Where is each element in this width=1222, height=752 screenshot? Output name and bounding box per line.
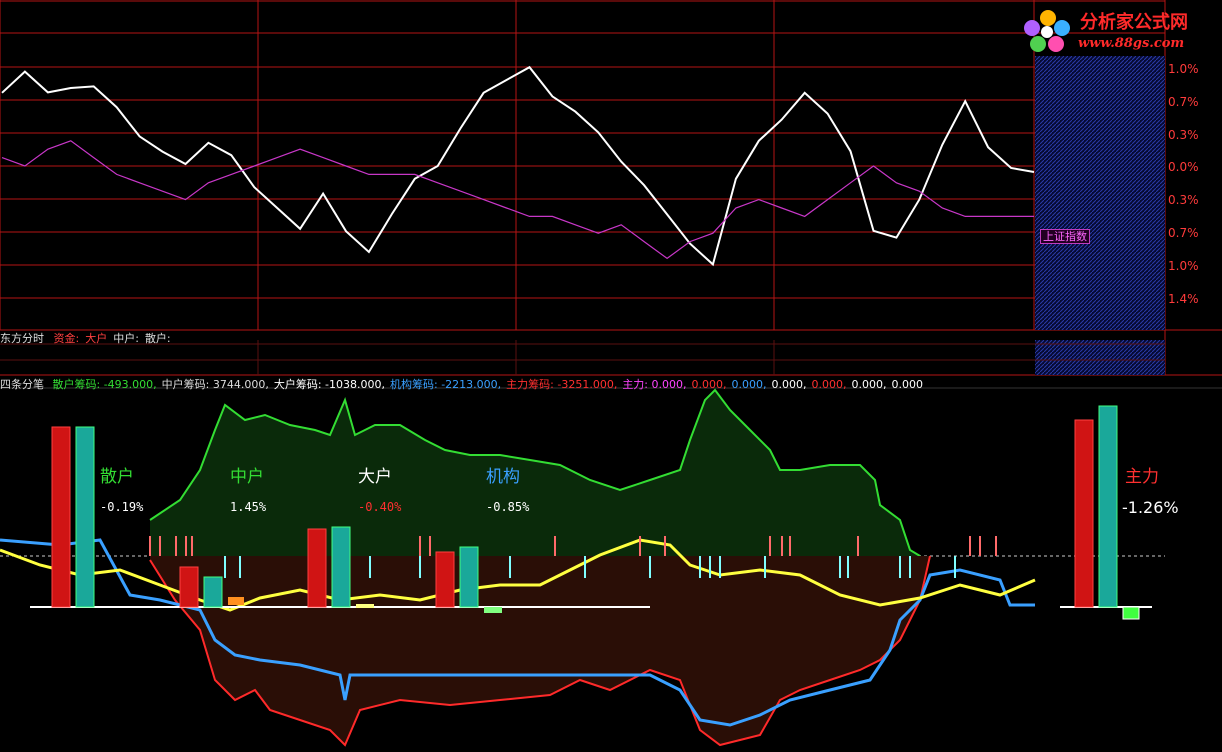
group-name-zhonghu: 中户	[230, 467, 264, 487]
group-value-zhonghu: 1.45%	[230, 500, 267, 514]
index-line	[1, 140, 1034, 260]
bar-small	[356, 604, 374, 608]
bottom-info-item: 主力: 0.000,	[622, 378, 687, 391]
group-value-sanhu: -0.19%	[100, 500, 144, 514]
bottom-info-item: 机构筹码: -2213.000,	[390, 378, 502, 391]
bar-teal-0	[75, 426, 95, 608]
bottom-info-item: 中户筹码: 3744.000,	[161, 378, 269, 391]
bar-teal-3	[459, 546, 479, 608]
future-hatch-area	[1035, 340, 1165, 375]
group-value-dahu: -0.40%	[358, 500, 402, 514]
axis-tick-label: 1.0%	[1168, 259, 1199, 273]
index-tag: 上证指数	[1040, 229, 1090, 244]
group-name-dahu: 大户	[358, 467, 392, 487]
bar-red-3	[435, 551, 455, 608]
chart-stage: 分析家公式网 www.88gs.com 上证指数 1.0% 0.7% 0.3% 0.0…	[0, 0, 1222, 748]
bar-zhuli-teal	[1098, 405, 1118, 608]
top-info-item: 中户:	[113, 332, 139, 345]
bottom-info-bar: 四条分笔 散户筹码: -493.000, 中户筹码: 3744.000, 大户筹码:…	[0, 376, 927, 392]
bottom-info-item: 主力筹码: -3251.000,	[506, 378, 618, 391]
bottom-info-item: 0.000	[891, 378, 924, 391]
top-info-bar: 东方分时 资金: 大户 中户: 散户:	[0, 330, 175, 346]
bar-zhuli-small	[1122, 606, 1140, 620]
future-hatch-area	[1035, 56, 1165, 330]
bottom-info-title: 四条分笔	[0, 378, 44, 391]
brand-name: 分析家公式网	[1080, 12, 1188, 33]
top-info-item: 资金:	[53, 332, 80, 345]
group-name-sanhu: 散户	[100, 467, 134, 487]
bottom-info-item: 0.000,	[771, 378, 807, 391]
bottom-info-item: 0.000,	[851, 378, 887, 391]
chart-svg	[0, 0, 1222, 747]
group-value-zhuli: -1.26%	[1122, 498, 1179, 517]
group-name-zhuli: 主力	[1125, 467, 1159, 487]
bar-zhuli-red	[1074, 419, 1094, 608]
bar-teal-1	[203, 576, 223, 608]
bottom-info-item: 0.000,	[731, 378, 767, 391]
bar-small	[484, 607, 502, 613]
bottom-info-item: 大户筹码: -1038.000,	[273, 378, 385, 391]
axis-tick-label: 0.3%	[1168, 193, 1199, 207]
brand-logo: 分析家公式网 www.88gs.com	[1018, 2, 1218, 58]
top-info-item: 散户:	[144, 332, 171, 345]
axis-tick-label: 0.7%	[1168, 95, 1199, 109]
bottom-info-item: 0.000,	[691, 378, 727, 391]
axis-tick-label: 0.0%	[1168, 160, 1199, 174]
bar-teal-2	[331, 526, 351, 608]
axis-tick-label: 1.4%	[1168, 292, 1199, 306]
group-value-jigou: -0.85%	[486, 500, 530, 514]
axis-tick-label: 0.3%	[1168, 128, 1199, 142]
top-info-title: 东方分时	[0, 332, 44, 345]
axis-tick-label: 0.7%	[1168, 226, 1199, 240]
bottom-info-item: 0.000,	[811, 378, 847, 391]
bar-red-0	[51, 426, 71, 608]
flower-logo-icon	[1024, 10, 1070, 52]
bar-red-1	[179, 566, 199, 608]
bar-small	[228, 597, 244, 605]
top-info-item: 大户	[85, 332, 108, 345]
axis-tick-label: 1.0%	[1168, 62, 1199, 76]
bar-red-2	[307, 528, 327, 608]
bottom-info-item: 散户筹码: -493.000,	[52, 378, 157, 391]
brand-url: www.88gs.com	[1078, 36, 1185, 51]
group-name-jigou: 机构	[486, 467, 520, 487]
